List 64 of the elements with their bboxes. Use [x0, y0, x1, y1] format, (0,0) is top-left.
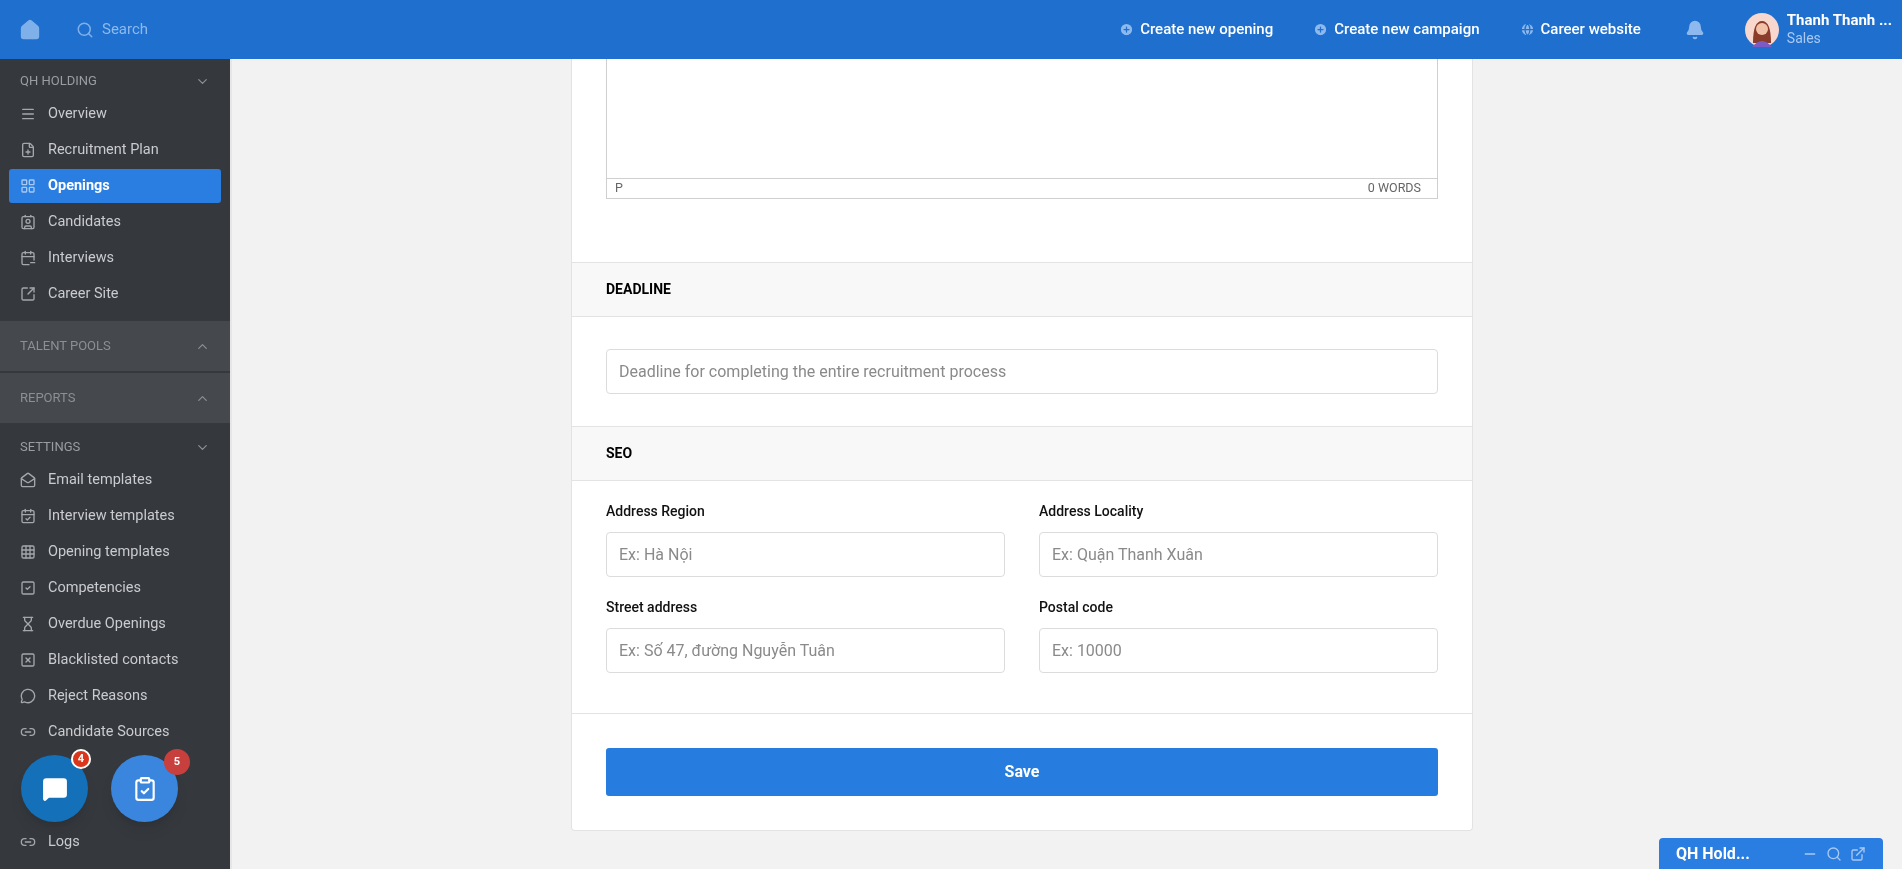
field-label: Postal code	[1039, 598, 1114, 617]
notification-badge: 5	[164, 749, 190, 775]
search-field[interactable]: Search	[102, 18, 252, 41]
bell-icon[interactable]	[1684, 19, 1705, 40]
sidebar-item[interactable]: Overdue Openings	[9, 607, 221, 641]
search-icon	[76, 20, 94, 39]
sidebar-item[interactable]: Email templates	[9, 463, 221, 497]
notification-badge: 4	[71, 749, 91, 769]
grid-icon	[20, 178, 36, 194]
rich-text-editor[interactable]: P 0 WORDS	[606, 59, 1438, 199]
plus-circle-icon	[1313, 22, 1329, 37]
sidebar-item[interactable]: Candidate Sources	[9, 715, 221, 749]
envelope-icon	[20, 472, 36, 488]
menu-icon	[20, 106, 36, 122]
text-field[interactable]: Ex: Hà Nội	[606, 532, 1005, 577]
contact-card-icon	[20, 214, 36, 230]
field-label: Address Locality	[1039, 502, 1145, 521]
sidebar-item[interactable]: Career Site	[9, 277, 221, 311]
speech-bubble-icon	[20, 688, 36, 704]
avatar-icon	[1744, 12, 1779, 47]
x-box-icon	[20, 652, 36, 668]
save-button[interactable]: Save	[606, 748, 1438, 796]
checkbox-icon	[20, 580, 36, 596]
chat-icon	[41, 775, 68, 802]
sidebar-item[interactable]: Logs	[9, 825, 221, 859]
sidebar-item[interactable]: Candidates	[9, 205, 221, 239]
sidebar-item[interactable]: Recruitment Plan	[9, 133, 221, 167]
header-link[interactable]: Create new campaign	[1334, 18, 1480, 41]
sidebar-item[interactable]: Overview	[9, 97, 221, 131]
header-link[interactable]: Create new opening	[1140, 18, 1274, 41]
sidebar-item[interactable]: Reject Reasons	[9, 679, 221, 713]
home-icon[interactable]	[19, 18, 41, 41]
sidebar-item[interactable]: Competencies	[9, 571, 221, 605]
grid-icon	[20, 544, 36, 560]
field-label: Street address	[606, 598, 699, 617]
calendar-check-icon	[20, 508, 36, 524]
sidebar-item[interactable]: Opening templates	[9, 535, 221, 569]
user-name[interactable]: Thanh Thanh ...	[1786, 11, 1892, 31]
sidebar-item[interactable]: Openings	[9, 169, 221, 203]
file-plus-icon	[20, 142, 36, 158]
header-link[interactable]: Career website	[1540, 18, 1641, 41]
text-field[interactable]: Deadline for completing the entire recruitment process	[606, 349, 1438, 394]
field-label: Address Region	[606, 502, 706, 521]
external-link-icon[interactable]	[1850, 845, 1866, 862]
section-heading: DEADLINE	[606, 280, 671, 299]
sidebar-item[interactable]: Interview templates	[9, 499, 221, 533]
globe-icon	[1519, 22, 1535, 37]
word-count: 0 WORDS	[1367, 179, 1421, 198]
sidebar-item[interactable]: Blacklisted contacts	[9, 643, 221, 677]
sidebar-item[interactable]: Interviews	[9, 241, 221, 275]
element-path: P	[615, 179, 623, 198]
text-field[interactable]: Ex: Quận Thanh Xuân	[1039, 532, 1438, 577]
section-title[interactable]: QH HOLDING	[20, 71, 97, 91]
section-title[interactable]: SETTINGS	[20, 437, 81, 457]
chat-widget-bar[interactable]: QH Hold...	[1659, 838, 1883, 869]
search-icon[interactable]	[1826, 845, 1842, 862]
calendar-icon	[20, 250, 36, 266]
text-field[interactable]: Ex: Số 47, đường Nguyễn Tuân	[606, 628, 1005, 673]
external-link-icon	[20, 286, 36, 302]
text-field[interactable]: Ex: 10000	[1039, 628, 1438, 673]
hourglass-icon	[20, 616, 36, 632]
section-heading: SEO	[606, 444, 633, 463]
plus-circle-icon	[1119, 22, 1135, 37]
user-role: Sales	[1786, 30, 1822, 48]
